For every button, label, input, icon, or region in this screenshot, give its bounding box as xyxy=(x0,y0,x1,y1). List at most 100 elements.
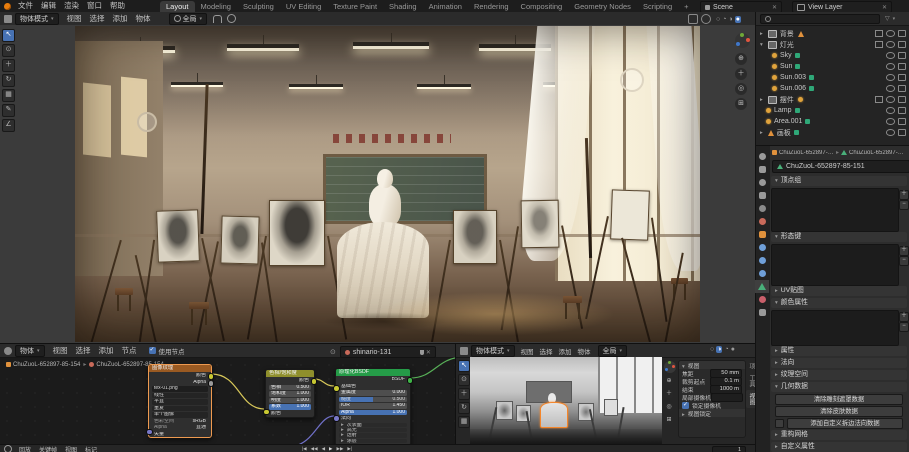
blender-logo-icon[interactable] xyxy=(4,3,11,10)
shading-wireframe-button[interactable]: ○ xyxy=(716,16,720,23)
solid-view-scene[interactable] xyxy=(470,357,662,445)
close-icon[interactable]: ✕ xyxy=(772,4,777,11)
shading-rendered-button[interactable]: ● xyxy=(735,16,741,23)
menu-render[interactable]: 渲染 xyxy=(60,0,83,12)
disable-render-icon[interactable] xyxy=(898,85,906,92)
custom-properties-panel-header[interactable]: ▸自定义属性 xyxy=(771,442,907,452)
outliner-row-light[interactable]: Sky xyxy=(756,50,909,61)
interpolation-dropdown[interactable]: 线性 xyxy=(152,393,208,399)
image-name-field[interactable]: tex-01.png xyxy=(152,386,208,392)
hue-saturation-node[interactable]: 色相/饱和度 颜色 色相0.500 饱和度1.000 明度1.000 系数1.0… xyxy=(265,369,315,418)
toggle-icon[interactable] xyxy=(775,419,784,428)
timeline-menu-marker[interactable]: 标记 xyxy=(81,445,101,452)
select-box-tool[interactable]: ↖ xyxy=(458,360,470,372)
add-shape-key-button[interactable]: ＋ xyxy=(899,246,909,256)
screen-icon[interactable] xyxy=(875,41,883,48)
normal-input-socket[interactable] xyxy=(333,415,340,422)
editor-type-icon[interactable] xyxy=(4,15,12,23)
shading-solid-button[interactable]: ◑ xyxy=(716,346,722,353)
extension-dropdown[interactable]: 重复 xyxy=(152,406,208,412)
menu-view[interactable]: 视图 xyxy=(518,346,537,356)
color-output-socket[interactable] xyxy=(208,373,215,380)
ior-slider[interactable]: IOR1.450 xyxy=(339,403,407,409)
shading-material-button[interactable]: ◑ xyxy=(728,16,732,23)
hide-viewport-icon[interactable] xyxy=(886,52,895,59)
move-tool[interactable]: ＋ xyxy=(2,59,15,72)
metallic-slider[interactable]: 金属度0.000 xyxy=(339,390,407,396)
next-keyframe-button[interactable]: ▶▶ xyxy=(335,446,346,452)
workspace-tab-layout[interactable]: Layout xyxy=(160,1,195,12)
add-vertex-group-button[interactable]: ＋ xyxy=(899,190,909,200)
disable-render-icon[interactable] xyxy=(898,63,906,70)
properties-tab-material[interactable] xyxy=(755,293,769,306)
vector-input-socket[interactable] xyxy=(146,429,153,436)
workspace-tab-animation[interactable]: Animation xyxy=(423,1,468,12)
measure-tool[interactable]: ∠ xyxy=(2,119,15,132)
properties-tab-scene[interactable] xyxy=(755,202,769,215)
shading-wireframe-button[interactable]: ○ xyxy=(710,346,714,353)
shading-rendered-button[interactable]: ● xyxy=(731,346,735,353)
properties-tab-render[interactable] xyxy=(755,163,769,176)
remove-shape-key-button[interactable]: − xyxy=(899,256,909,266)
color-attributes-panel-header[interactable]: ▾颜色属性 xyxy=(771,298,907,308)
clear-skin-data-button[interactable]: 清除皮肤数据 xyxy=(775,406,903,417)
hide-viewport-icon[interactable] xyxy=(886,118,895,125)
view-lock-panel-header[interactable]: ▸视图锁定 xyxy=(679,409,745,417)
node-header[interactable]: 原理化BSDF xyxy=(336,369,410,376)
alpha-slider[interactable]: Alpha1.000 xyxy=(339,410,407,416)
properties-tab-world[interactable] xyxy=(755,215,769,228)
zoom-gizmo[interactable]: ⊕ xyxy=(735,53,747,65)
node-header[interactable]: 图像纹理 xyxy=(149,365,211,372)
menu-file[interactable]: 文件 xyxy=(14,0,37,12)
select-box-tool[interactable]: ↖ xyxy=(2,29,15,42)
cursor-tool[interactable]: ⊙ xyxy=(2,44,15,57)
workspace-tab-texture-paint[interactable]: Texture Paint xyxy=(327,1,383,12)
clear-sculpt-mask-button[interactable]: 清除雕刻遮罩数据 xyxy=(775,394,903,405)
outliner-row-collection[interactable]: ▸摆件 xyxy=(756,94,909,105)
snap-magnet-icon[interactable] xyxy=(213,15,222,23)
section-subsurface[interactable]: ▸次表面 xyxy=(339,423,407,428)
add-workspace-button[interactable]: + xyxy=(678,1,694,12)
rotate-tool[interactable]: ↻ xyxy=(458,402,470,414)
properties-tab-output[interactable] xyxy=(755,176,769,189)
clock-icon[interactable] xyxy=(4,445,12,452)
menu-edit[interactable]: 编辑 xyxy=(37,0,60,12)
annotate-tool[interactable]: ✎ xyxy=(2,104,15,117)
scale-tool[interactable]: ▦ xyxy=(458,416,470,428)
prev-keyframe-button[interactable]: ◀◀ xyxy=(309,446,320,452)
color-output-socket[interactable] xyxy=(311,378,318,385)
color-input-socket[interactable] xyxy=(263,409,270,416)
disable-render-icon[interactable] xyxy=(898,41,906,48)
jump-to-start-button[interactable]: |◀ xyxy=(300,446,309,452)
remesh-panel-header[interactable]: ▸重构网格 xyxy=(771,430,907,440)
menu-select[interactable]: 选择 xyxy=(537,346,556,356)
shape-keys-list[interactable] xyxy=(771,244,899,286)
tab-item[interactable]: 项 xyxy=(746,360,755,372)
workspace-tab-shading[interactable]: Shading xyxy=(383,1,423,12)
outliner-search-input[interactable] xyxy=(760,14,880,24)
screen-icon[interactable] xyxy=(875,96,883,103)
filter-icon[interactable]: ▽ xyxy=(885,15,890,22)
disable-render-icon[interactable] xyxy=(898,118,906,125)
properties-tab-object[interactable] xyxy=(755,228,769,241)
hide-viewport-icon[interactable] xyxy=(886,107,895,114)
timeline-menu-view[interactable]: 视图 xyxy=(61,445,81,452)
hide-viewport-icon[interactable] xyxy=(886,85,895,92)
hide-viewport-icon[interactable] xyxy=(886,41,895,48)
pan-gizmo[interactable]: ＋ xyxy=(664,389,674,399)
outliner-row-light[interactable]: Sun.003 xyxy=(756,72,909,83)
timeline-menu-playback[interactable]: 回放 xyxy=(15,445,35,452)
source-dropdown[interactable]: 单个图像 xyxy=(152,412,208,418)
remove-color-attribute-button[interactable]: − xyxy=(899,322,909,332)
shading-material-button[interactable]: ◔ xyxy=(724,346,728,353)
outliner-row-light[interactable]: Area.001 xyxy=(756,116,909,127)
menu-help[interactable]: 帮助 xyxy=(106,0,129,12)
node-header[interactable]: 色相/饱和度 xyxy=(266,370,314,377)
hue-slider[interactable]: 色相0.500 xyxy=(269,385,311,391)
disable-render-icon[interactable] xyxy=(898,30,906,37)
texture-space-panel-header[interactable]: ▸纹理空间 xyxy=(771,370,907,380)
viewport-menu-add[interactable]: 添加 xyxy=(109,13,132,25)
menu-window[interactable]: 窗口 xyxy=(83,0,106,12)
alpha-output-socket[interactable] xyxy=(208,380,215,387)
image-texture-node[interactable]: 图像纹理 颜色 Alpha tex-01.png 线性 平直 重复 单个图像 色… xyxy=(148,364,212,438)
